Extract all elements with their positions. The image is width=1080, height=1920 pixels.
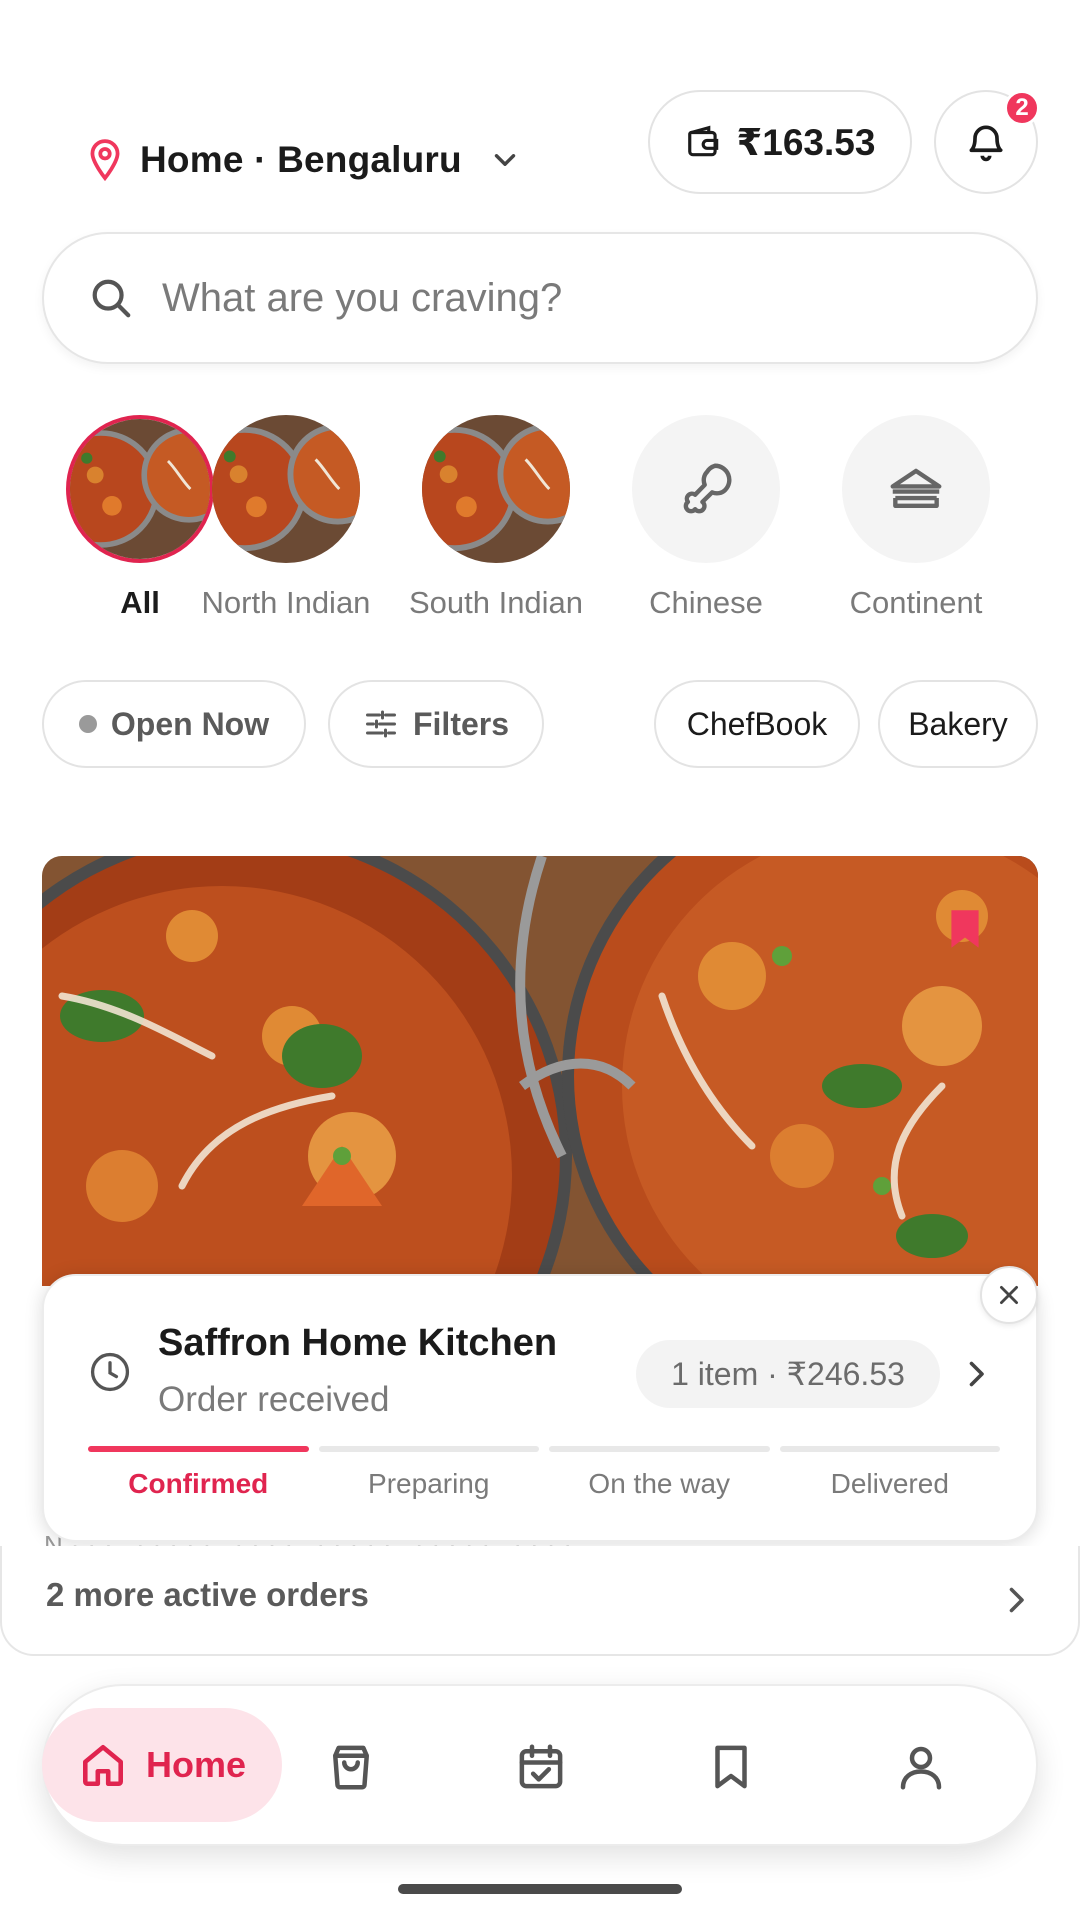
category-image <box>422 415 570 563</box>
bell-icon <box>969 125 1003 162</box>
chevron-down-icon <box>494 154 516 166</box>
category-label: Chinese <box>649 585 763 620</box>
bakery-label: Bakery <box>908 705 1008 742</box>
progress-segment <box>318 1446 539 1452</box>
progress-segment <box>779 1446 1000 1452</box>
category-continental[interactable]: Continent <box>816 415 1016 621</box>
bakery-chip[interactable]: Bakery <box>878 680 1038 768</box>
bookmark-icon[interactable] <box>948 908 982 950</box>
calendar-check-icon[interactable] <box>514 1740 568 1794</box>
bottom-navigation: Home <box>42 1684 1038 1846</box>
more-orders-label: 2 more active orders <box>46 1576 369 1613</box>
chevron-right-icon[interactable] <box>958 1356 994 1392</box>
nav-home-label: Home <box>145 1744 247 1785</box>
profile-icon[interactable] <box>894 1740 948 1794</box>
chefbook-label: ChefBook <box>686 705 828 742</box>
notification-badge: 2 <box>1004 90 1040 126</box>
category-label: North Indian <box>201 585 371 620</box>
step-label: Preparing <box>368 1468 490 1499</box>
notifications-button[interactable]: 2 <box>934 90 1040 194</box>
progress-segment <box>88 1446 309 1452</box>
search-input[interactable]: What are you craving? <box>42 232 1038 364</box>
wallet-button[interactable]: ₹163.53 <box>648 90 912 194</box>
sliders-icon <box>365 710 396 738</box>
progress-segment <box>549 1446 770 1452</box>
open-now-chip[interactable]: Open Now <box>42 680 306 768</box>
category-image <box>632 415 780 563</box>
wallet-balance: ₹163.53 <box>736 121 876 163</box>
wallet-icon <box>687 125 718 157</box>
clock-icon <box>90 1352 130 1392</box>
step-preparing: Preparing <box>318 1446 539 1500</box>
category-image <box>842 415 990 563</box>
open-now-label: Open Now <box>110 705 270 742</box>
order-status: Order received <box>158 1380 390 1419</box>
home-icon <box>82 1745 123 1787</box>
step-label: Delivered <box>830 1468 949 1499</box>
step-delivered: Delivered <box>779 1446 1000 1500</box>
category-south-indian[interactable]: South Indian <box>396 415 596 621</box>
chevron-right-icon <box>1009 1587 1024 1613</box>
step-confirmed: Confirmed <box>88 1446 309 1500</box>
more-active-orders-row[interactable]: 2 more active orders <box>0 1546 1080 1656</box>
order-progress: Confirmed Preparing On the way Delivered <box>88 1446 1000 1500</box>
category-label: South Indian <box>408 585 584 620</box>
search-icon <box>92 279 131 318</box>
step-label: On the way <box>588 1468 731 1499</box>
order-tracker-card[interactable]: Saffron Home Kitchen Order received 1 it… <box>42 1266 1038 1542</box>
food-photo <box>42 856 1038 1286</box>
step-on-the-way: On the way <box>549 1446 770 1500</box>
nav-home[interactable]: Home <box>42 1708 282 1822</box>
restaurant-name: Saffron Home Kitchen <box>158 1322 558 1364</box>
close-icon <box>1000 1286 1018 1304</box>
location-label: Home · Bengaluru <box>140 139 462 180</box>
filters-label: Filters <box>412 705 510 742</box>
category-north-indian[interactable]: North Indian <box>186 415 386 621</box>
chicken-leg-icon <box>683 463 732 514</box>
sandwich-icon <box>890 468 942 508</box>
category-chinese[interactable]: Chinese <box>606 415 806 621</box>
filters-chip[interactable]: Filters <box>328 680 544 768</box>
map-pin-icon <box>90 139 120 182</box>
restaurant-card-image[interactable] <box>42 856 1038 1286</box>
search-placeholder: What are you craving? <box>162 275 563 320</box>
bookmark-icon[interactable] <box>704 1740 758 1794</box>
step-label: Confirmed <box>128 1468 269 1499</box>
order-summary-pill: 1 item · ₹246.53 <box>636 1340 940 1408</box>
category-label: Continent <box>849 585 983 620</box>
chefbook-chip[interactable]: ChefBook <box>654 680 860 768</box>
location-selector[interactable]: Home · Bengaluru <box>86 136 522 184</box>
status-dot <box>78 715 97 733</box>
dismiss-tracker-button[interactable] <box>980 1266 1038 1324</box>
bag-icon[interactable] <box>324 1740 378 1794</box>
home-indicator <box>398 1884 682 1894</box>
category-image <box>212 415 360 563</box>
category-carousel[interactable]: All North Indian South Indian Chinese Co… <box>42 415 1038 625</box>
